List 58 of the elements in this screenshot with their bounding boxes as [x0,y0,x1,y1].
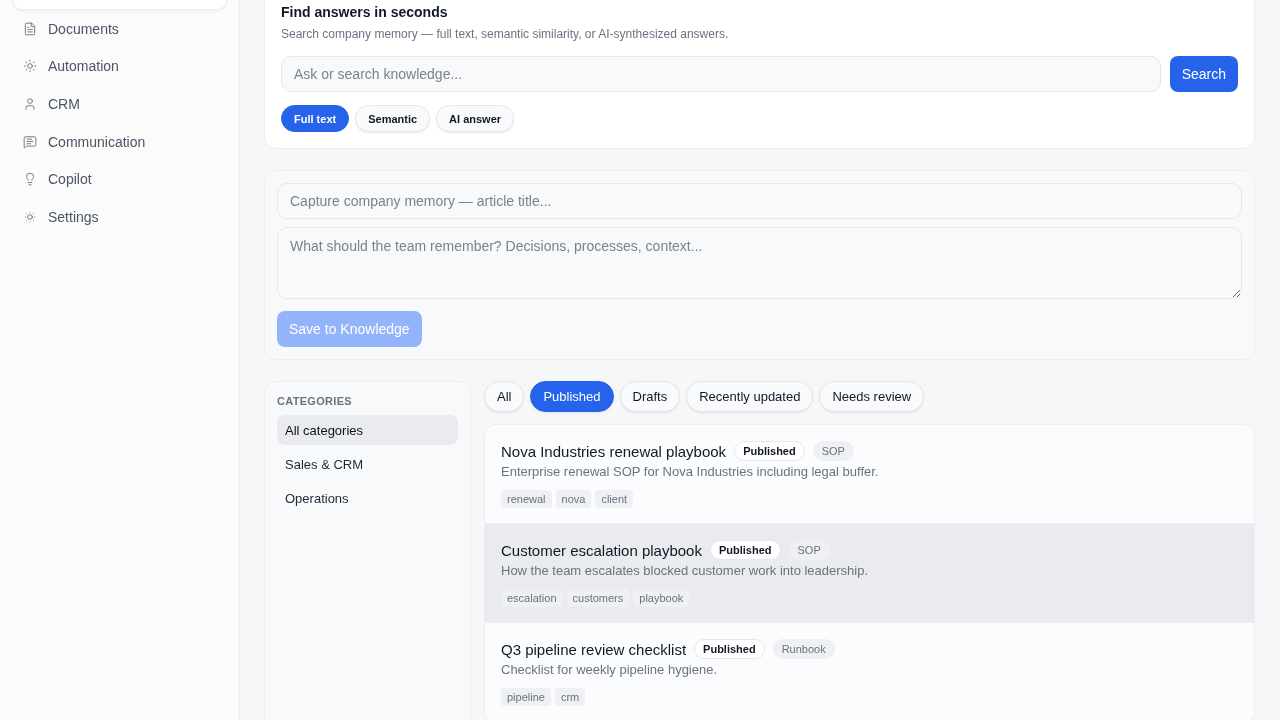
sidebar-item[interactable]: Copilot [12,160,227,198]
type-badge: SOP [812,441,854,461]
article-tag: client [595,490,634,508]
filter-chip[interactable]: Recently updated [686,381,814,412]
sidebar-item[interactable]: Communication [12,122,227,161]
sidebar-item[interactable]: Settings [12,197,227,236]
search-mode-chip[interactable]: Semantic [355,105,431,132]
category-item[interactable]: Sales & CRM [277,449,458,479]
sidebar-item[interactable]: Automation [12,47,227,86]
status-badge: Published [709,540,781,560]
sidebar-item-label: Settings [48,208,99,225]
search-field[interactable]: Ask or search knowledge... [281,56,1161,92]
category-item[interactable]: All categories [277,415,458,445]
article-description: How the team escalates blocked customer work into leadership. [501,562,870,580]
type-badge: Runbook [772,639,835,659]
article-title: Nova Industries renewal playbook [501,442,727,460]
dotted-sun-icon [23,209,37,224]
article-row[interactable]: Customer escalation playbook Published SOP How the team escalates blocked customer work into leadership. escalation customers playbook [485,524,1254,623]
sidebar-item-label: Documents [48,20,119,37]
user-icon [23,97,37,111]
sun-icon [23,59,37,74]
filter-chip[interactable]: Needs review [819,381,925,412]
search-title: Find answers in seconds [281,3,449,22]
search-mode-chip[interactable]: AI answer [436,105,515,132]
article-description: Checklist for weekly pipeline hygiene. [501,661,719,679]
search-subtitle: Search company memory — full text, semantic similarity, or AI-synthesized answers. [281,26,730,43]
sidebar-item-label: Communication [48,133,146,150]
type-badge: SOP [788,540,830,560]
sidebar-item[interactable]: Documents [12,10,227,48]
status-badge: Published [694,639,765,659]
status-badge: Published [734,441,805,461]
sidebar-item-label: Copilot [48,171,92,188]
article-tag: crm [554,688,586,706]
lightbulb-icon [23,172,37,187]
article-body-field[interactable]: What should the team remember? Decisions, processes, context... [277,227,1242,299]
document-icon [23,21,37,36]
article-tag: pipeline [501,688,551,706]
sidebar-item[interactable]: CRM [12,85,227,123]
search-mode-chip[interactable]: Full text [281,105,350,132]
article-tag: playbook [633,589,690,607]
category-item[interactable]: Operations [277,483,458,513]
message-icon [23,134,37,149]
filter-chip[interactable]: Drafts [619,381,681,412]
sidebar-item-label: Automation [48,58,119,75]
filter-chip[interactable]: All [484,381,525,412]
search-button[interactable]: Search [1169,56,1238,92]
article-title-field[interactable]: Capture company memory — article title... [277,183,1242,219]
article-title: Q3 pipeline review checklist [501,640,687,658]
article-description: Enterprise renewal SOP for Nova Industries including legal buffer. [501,463,880,481]
categories-heading: CATEGORIES [277,394,353,408]
article-tag: renewal [501,490,552,508]
article-row[interactable]: Nova Industries renewal playbook Published SOP Enterprise renewal SOP for Nova Industries including legal buffer. renewal nova client [485,425,1254,524]
article-title: Customer escalation playbook [501,541,702,559]
article-tag: customers [566,589,630,607]
article-tag: nova [555,490,592,508]
filter-chip[interactable]: Published [530,381,614,412]
article-tag: escalation [501,589,563,607]
sidebar-item-label: CRM [48,96,80,112]
